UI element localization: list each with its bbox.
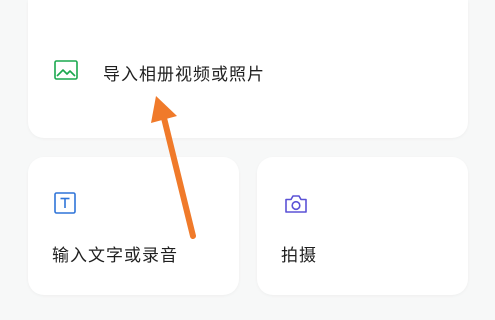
take-photo-card[interactable]: 拍摄 [257, 157, 468, 295]
camera-icon [285, 195, 307, 213]
image-icon [54, 60, 78, 80]
import-media-label: 导入相册视频或照片 [103, 65, 265, 85]
input-text-audio-label: 输入文字或录音 [52, 246, 178, 266]
input-text-audio-card[interactable]: 输入文字或录音 [28, 157, 239, 295]
text-box-icon [54, 192, 76, 214]
import-media-card[interactable]: 导入相册视频或照片 [28, 0, 468, 138]
take-photo-label: 拍摄 [281, 246, 317, 266]
